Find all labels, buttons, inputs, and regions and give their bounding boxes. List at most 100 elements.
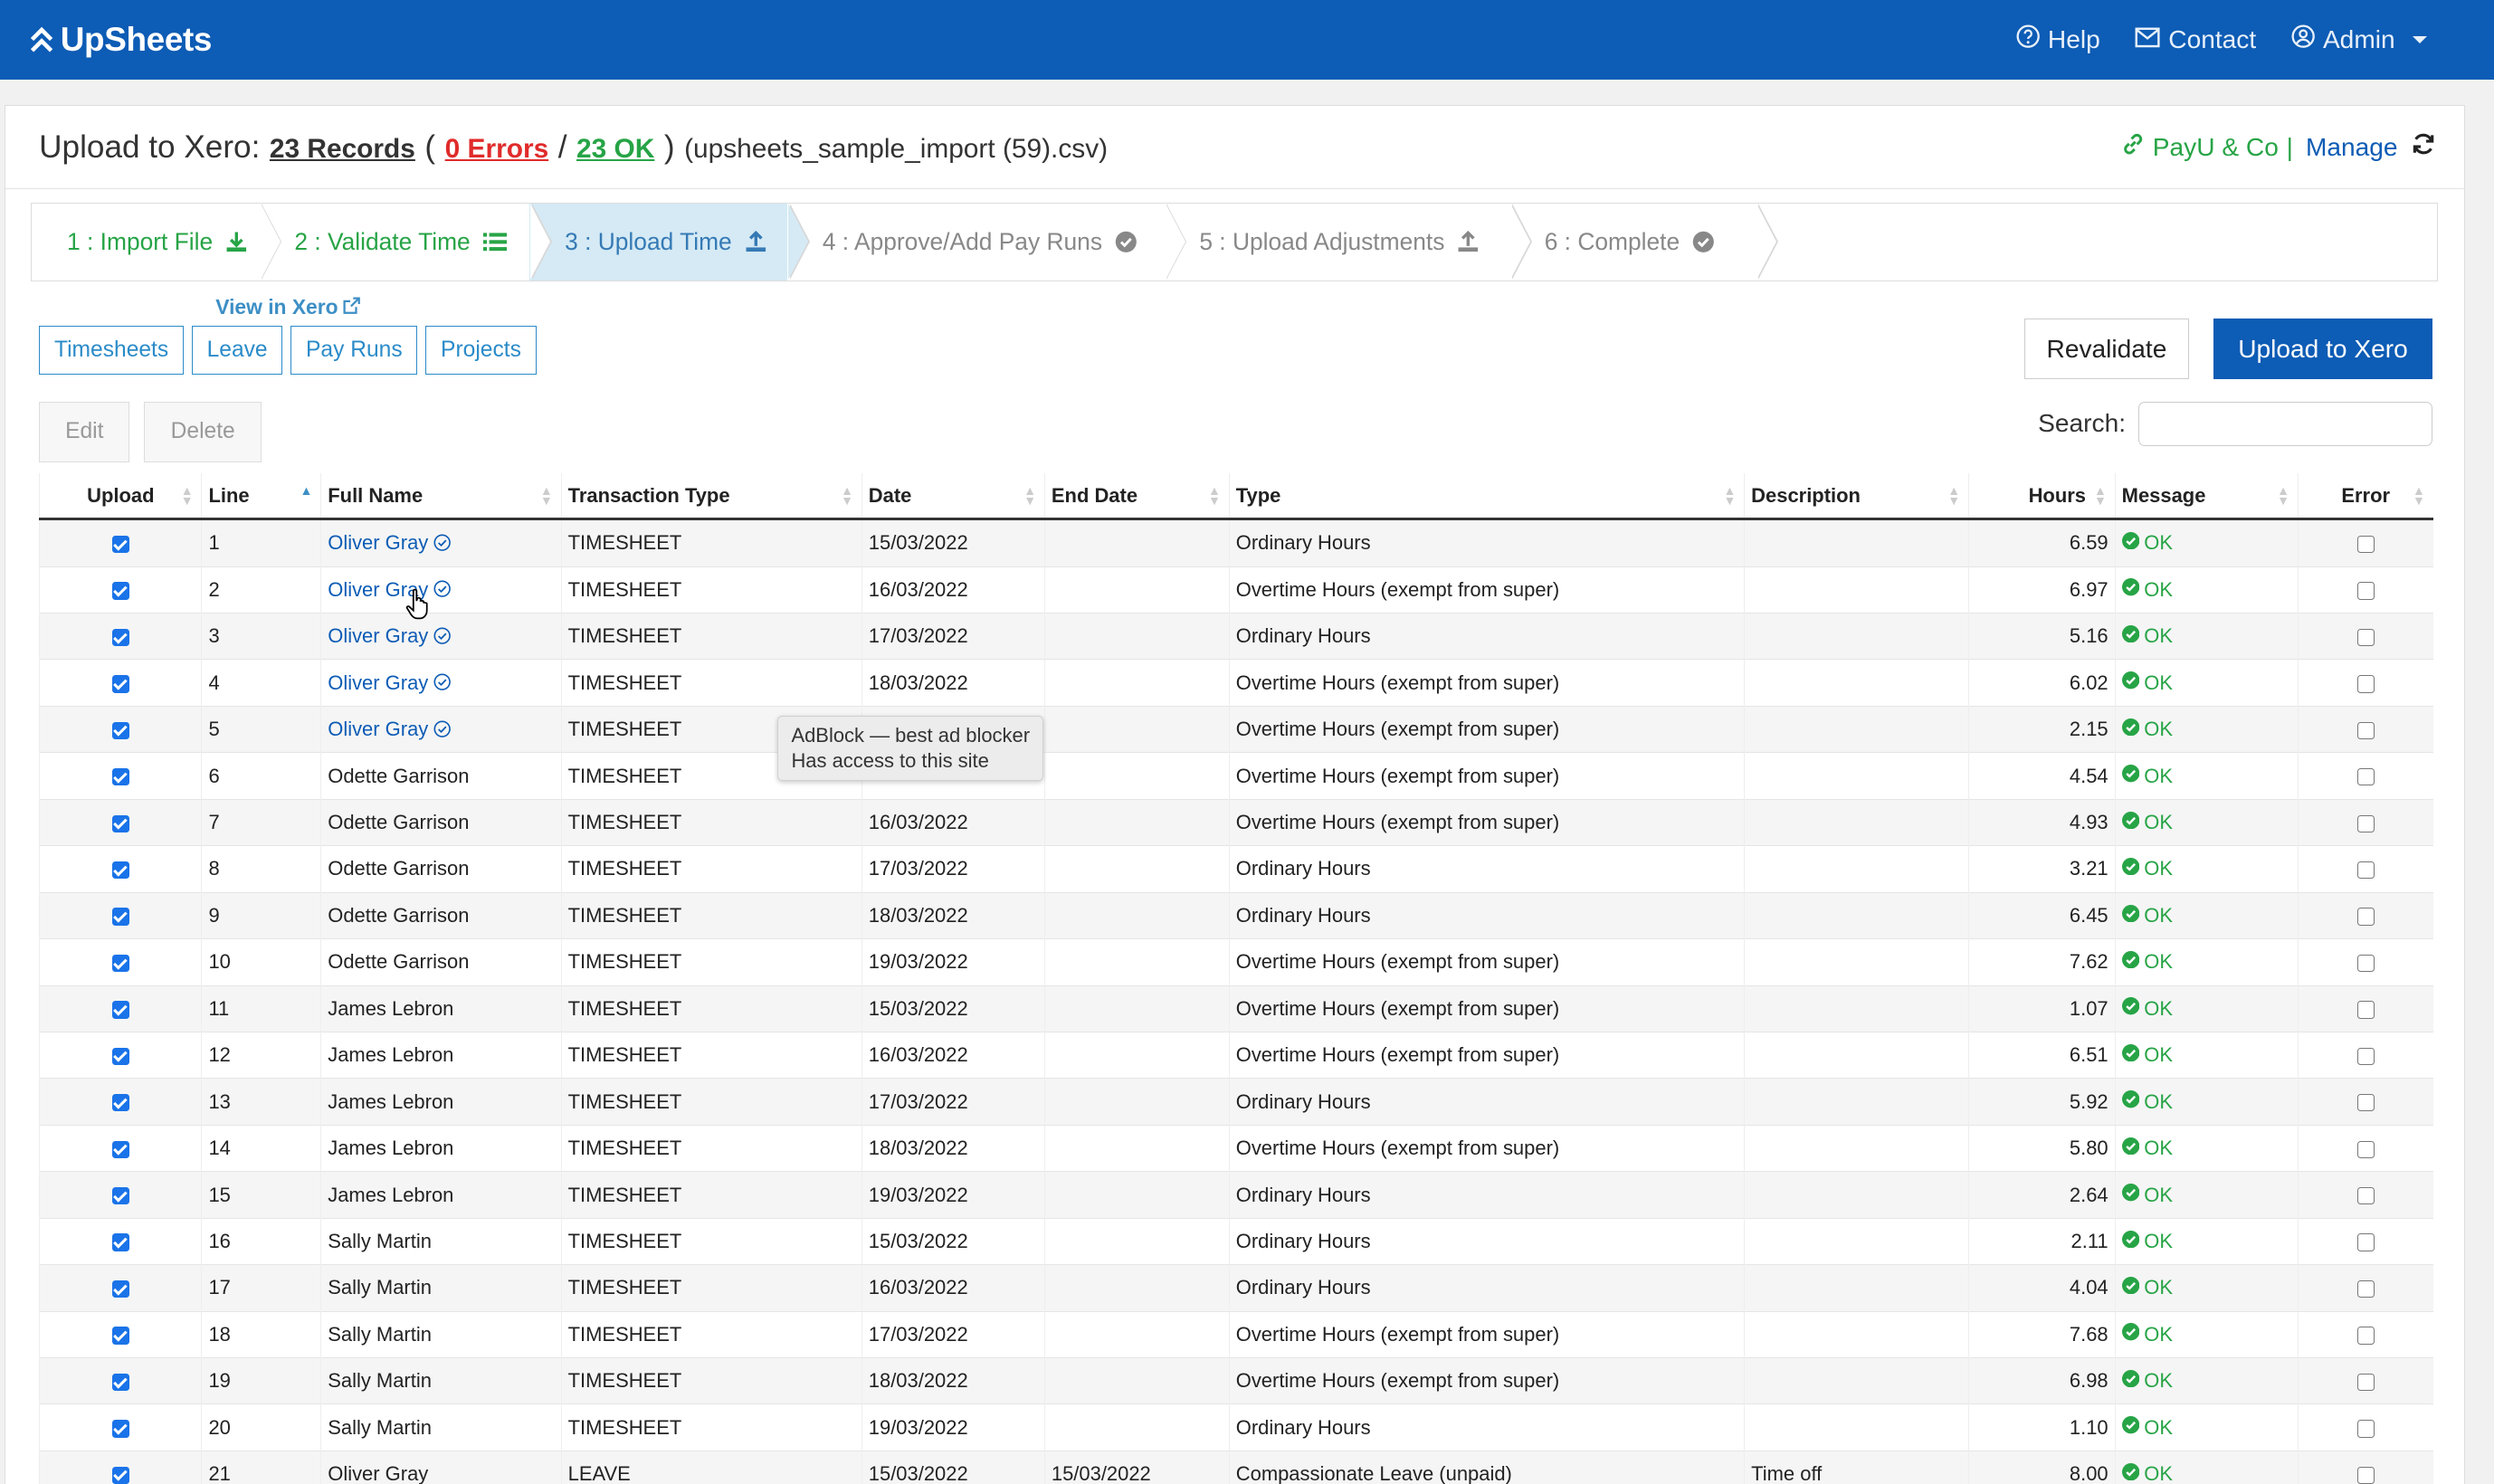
records-link[interactable]: 23 Records <box>270 134 415 165</box>
step-validate-time[interactable]: 2 : Validate Time <box>260 204 552 281</box>
error-checkbox[interactable] <box>2356 1373 2375 1392</box>
timesheets-button[interactable]: Timesheets <box>39 325 184 375</box>
table-row[interactable]: 19 Sally Martin TIMESHEET 18/03/2022 Overtim… <box>39 1357 2433 1404</box>
error-checkbox[interactable] <box>2356 675 2375 693</box>
table-row[interactable]: 20 Sally Martin TIMESHEET 19/03/2022 Ordinar… <box>39 1403 2433 1451</box>
error-checkbox[interactable] <box>2356 1420 2375 1438</box>
table-row[interactable]: 11 James Lebron TIMESHEET 15/03/2022 Overtim… <box>39 985 2433 1032</box>
table-row[interactable]: 17 Sally Martin TIMESHEET 16/03/2022 Ordinar… <box>39 1264 2433 1312</box>
error-checkbox[interactable] <box>2356 768 2375 786</box>
error-checkbox[interactable] <box>2356 1466 2375 1484</box>
upload-checkbox[interactable] <box>111 1279 129 1298</box>
header-date[interactable]: Date ▲ ▼ <box>861 472 1045 521</box>
table-row[interactable]: 8 Odette Garrison TIMESHEET 17/03/2022 Ordin… <box>39 845 2433 893</box>
upload-checkbox[interactable] <box>111 675 129 693</box>
error-checkbox[interactable] <box>2356 1279 2375 1298</box>
upload-checkbox[interactable] <box>111 1187 129 1205</box>
error-checkbox[interactable] <box>2356 908 2375 926</box>
upload-checkbox[interactable] <box>111 1466 129 1484</box>
error-checkbox[interactable] <box>2356 1001 2375 1019</box>
table-row[interactable]: 9 Odette Garrison TIMESHEET 18/03/2022 Ordin… <box>39 891 2433 939</box>
header-line[interactable]: Line ▲ <box>201 472 321 521</box>
upload-checkbox[interactable] <box>111 1001 129 1019</box>
search-input[interactable] <box>2138 401 2433 447</box>
table-row[interactable]: 13 James Lebron TIMESHEET 17/03/2022 Ordinar… <box>39 1078 2433 1126</box>
upload-checkbox[interactable] <box>111 1373 129 1392</box>
brand-logo[interactable]: UpSheets <box>29 21 212 59</box>
upload-checkbox[interactable] <box>111 768 129 786</box>
nav-admin-dropdown[interactable]: Admin <box>2291 24 2427 54</box>
upload-checkbox[interactable] <box>111 954 129 973</box>
upload-checkbox[interactable] <box>111 1233 129 1251</box>
upload-checkbox[interactable] <box>111 1420 129 1438</box>
table-row[interactable]: 21 Oliver Gray LEAVE 15/03/2022 15/03/2022 Co… <box>39 1450 2433 1484</box>
upload-checkbox[interactable] <box>111 908 129 926</box>
step-import-file[interactable]: 1 : Import File <box>32 204 281 281</box>
table-row[interactable]: 6 Odette Garrison TIMESHEET Overtime Hours … <box>39 752 2433 800</box>
table-row[interactable]: 4 Oliver Gray TIMESHEET 18/03/2022 Overtime… <box>39 659 2433 707</box>
table-row[interactable]: 2 Oliver Gray TIMESHEET 16/03/2022 Overtime… <box>39 566 2433 614</box>
header-transaction-type[interactable]: Transaction Type ▲ ▼ <box>560 472 862 521</box>
error-checkbox[interactable] <box>2356 861 2375 880</box>
upload-checkbox[interactable] <box>111 721 129 739</box>
ok-link[interactable]: 23 OK <box>576 134 654 165</box>
view-in-xero-link[interactable]: View in Xero <box>215 295 360 319</box>
header-full-name[interactable]: Full Name ▲ ▼ <box>320 472 562 521</box>
revalidate-button[interactable]: Revalidate <box>2023 319 2190 380</box>
employee-link[interactable]: Oliver Gray <box>328 624 428 647</box>
error-checkbox[interactable] <box>2356 1094 2375 1112</box>
error-checkbox[interactable] <box>2356 814 2375 832</box>
errors-link[interactable]: 0 Errors <box>445 134 549 165</box>
step-upload-adjustments[interactable]: 5 : Upload Adjustments <box>1165 204 1531 281</box>
header-end-date[interactable]: End Date ▲ ▼ <box>1043 472 1230 521</box>
table-row[interactable]: 16 Sally Martin TIMESHEET 15/03/2022 Ordinar… <box>39 1217 2433 1265</box>
error-checkbox[interactable] <box>2356 535 2375 554</box>
upload-checkbox[interactable] <box>111 1327 129 1345</box>
pay-runs-button[interactable]: Pay Runs <box>290 325 418 375</box>
table-row[interactable]: 1 Oliver Gray TIMESHEET 15/03/2022 Ordinary… <box>39 518 2433 567</box>
error-checkbox[interactable] <box>2356 954 2375 973</box>
upload-checkbox[interactable] <box>111 1094 129 1112</box>
upload-checkbox[interactable] <box>111 1140 129 1158</box>
org-link[interactable]: PayU & Co | <box>2121 132 2293 162</box>
employee-link[interactable]: Oliver Gray <box>328 718 428 740</box>
error-checkbox[interactable] <box>2356 1187 2375 1205</box>
nav-help[interactable]: Help <box>2016 24 2100 54</box>
error-checkbox[interactable] <box>2356 1047 2375 1066</box>
error-checkbox[interactable] <box>2356 582 2375 600</box>
header-description[interactable]: Description ▲ ▼ <box>1744 472 1969 521</box>
upload-checkbox[interactable] <box>111 1047 129 1066</box>
step-upload-time[interactable]: 3 : Upload Time <box>529 204 809 281</box>
header-message[interactable]: Message ▲ ▼ <box>2114 472 2299 521</box>
table-row[interactable]: 12 James Lebron TIMESHEET 16/03/2022 Overtim… <box>39 1031 2433 1079</box>
error-checkbox[interactable] <box>2356 1233 2375 1251</box>
table-row[interactable]: 7 Odette Garrison TIMESHEET 16/03/2022 Overt… <box>39 798 2433 846</box>
error-checkbox[interactable] <box>2356 721 2375 739</box>
leave-button[interactable]: Leave <box>191 325 283 375</box>
header-error[interactable]: Error ▲ ▼ <box>2297 472 2433 521</box>
step-complete[interactable]: 6 : Complete <box>1509 204 1778 281</box>
error-checkbox[interactable] <box>2356 1327 2375 1345</box>
upload-checkbox[interactable] <box>111 535 129 554</box>
edit-button[interactable]: Edit <box>39 401 130 462</box>
table-row[interactable]: 15 James Lebron TIMESHEET 19/03/2022 Ordinar… <box>39 1171 2433 1219</box>
employee-link[interactable]: Oliver Gray <box>328 531 428 554</box>
header-upload[interactable]: Upload ▲ ▼ <box>39 472 202 521</box>
projects-button[interactable]: Projects <box>425 325 537 375</box>
upload-to-xero-button[interactable]: Upload to Xero <box>2213 319 2433 380</box>
upload-checkbox[interactable] <box>111 582 129 600</box>
header-hours[interactable]: Hours ▲ ▼ <box>1967 472 2116 521</box>
table-row[interactable]: 5 Oliver Gray TIMESHEET Overtime Hours (ex… <box>39 705 2433 753</box>
refresh-icon[interactable] <box>2411 131 2436 163</box>
header-type[interactable]: Type ▲ ▼ <box>1228 472 1745 521</box>
table-row[interactable]: 18 Sally Martin TIMESHEET 17/03/2022 Overtim… <box>39 1310 2433 1358</box>
upload-checkbox[interactable] <box>111 628 129 647</box>
delete-button[interactable]: Delete <box>144 401 262 462</box>
nav-contact[interactable]: Contact <box>2135 25 2256 54</box>
error-checkbox[interactable] <box>2356 1140 2375 1158</box>
employee-link[interactable]: Oliver Gray <box>328 671 428 694</box>
manage-link[interactable]: Manage <box>2306 133 2398 162</box>
error-checkbox[interactable] <box>2356 628 2375 647</box>
upload-checkbox[interactable] <box>111 861 129 880</box>
table-row[interactable]: 10 Odette Garrison TIMESHEET 19/03/2022 Over… <box>39 938 2433 986</box>
